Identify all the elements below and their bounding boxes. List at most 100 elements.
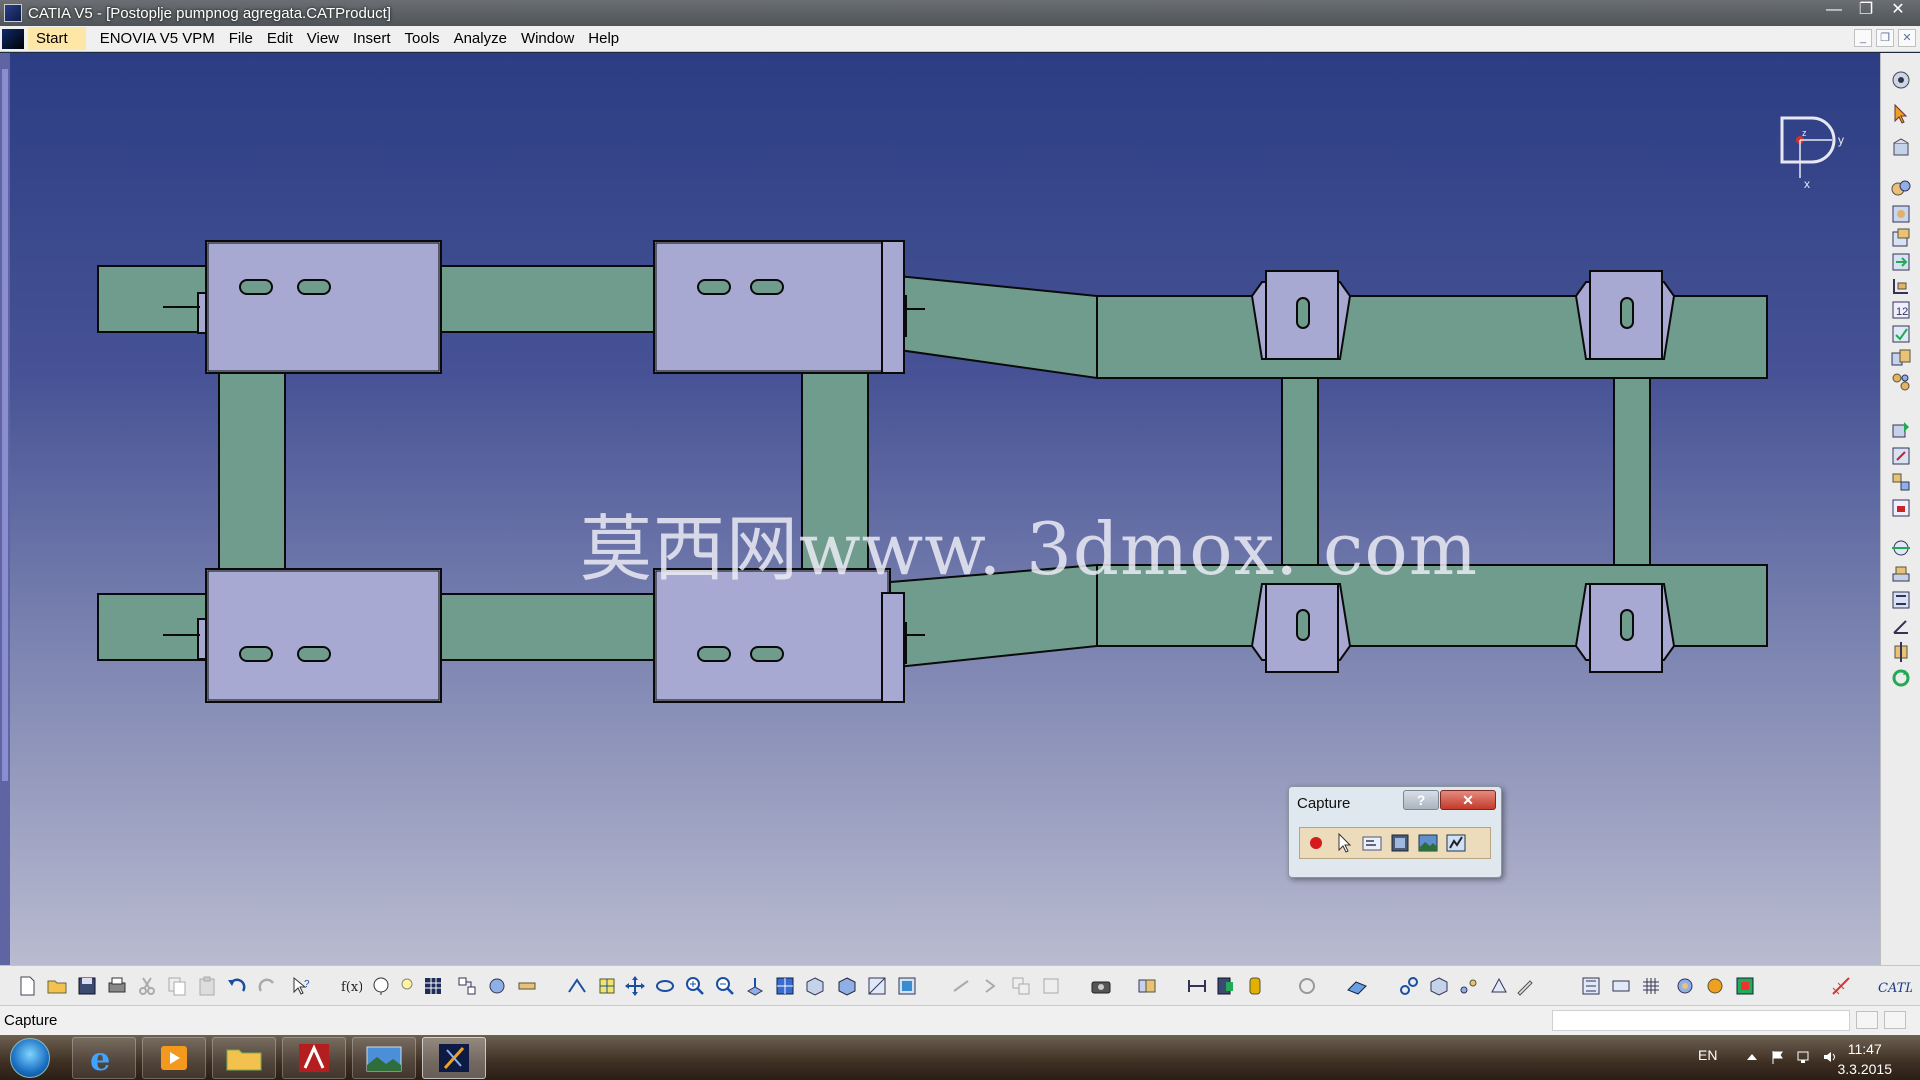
catia-icon[interactable] [422, 1037, 486, 1079]
flexible-subassembly-icon[interactable] [1488, 975, 1510, 997]
constraint-link-icon[interactable] [1398, 975, 1420, 997]
fly-mode-icon[interactable] [566, 975, 588, 997]
select-icon[interactable] [1332, 831, 1356, 855]
redo-icon[interactable] [256, 975, 278, 997]
knowledge-advisor-icon[interactable] [1674, 975, 1696, 997]
doc-restore-button[interactable]: ❐ [1876, 29, 1894, 47]
catia-menu-icon[interactable] [2, 28, 24, 49]
part-body-icon[interactable] [1428, 975, 1450, 997]
whats-this-icon[interactable]: ? [290, 975, 312, 997]
normal-view-icon[interactable] [744, 975, 766, 997]
knowledge-icon[interactable] [370, 975, 392, 997]
fit-all-in-icon[interactable] [596, 975, 618, 997]
compass-icon[interactable]: y x z [1772, 108, 1852, 198]
table-icon[interactable] [422, 975, 444, 997]
new-part-icon[interactable] [1890, 227, 1912, 249]
help-button[interactable]: ? [1403, 790, 1439, 810]
record-icon[interactable] [1304, 831, 1328, 855]
catia-app-icon[interactable] [4, 4, 22, 22]
paste-structure-icon[interactable] [1040, 975, 1062, 997]
zoom-in-icon[interactable] [684, 975, 706, 997]
print-icon[interactable] [106, 975, 128, 997]
capture-options-icon[interactable] [1360, 831, 1384, 855]
generate-numbering-icon[interactable]: 12 [1890, 299, 1912, 321]
offset-constraint-icon[interactable] [1890, 589, 1912, 611]
sketch-plane-icon[interactable] [1346, 975, 1368, 997]
capture-dialog[interactable]: Capture ? ✕ [1288, 786, 1502, 878]
iso-view-icon[interactable] [804, 975, 826, 997]
new-component-icon[interactable] [1890, 203, 1912, 225]
swap-visible-space-icon[interactable] [896, 975, 918, 997]
graph-tree-reorder-icon[interactable] [1890, 275, 1912, 297]
coincidence-constraint-icon[interactable] [1890, 537, 1912, 559]
copy-structure-icon[interactable] [1010, 975, 1032, 997]
sectioning-icon[interactable] [1214, 975, 1236, 997]
image-viewer-icon[interactable] [352, 1037, 416, 1079]
3d-viewport[interactable]: 莫西网www. 3dmox. com y x z Capture ? ✕ [0, 53, 1880, 965]
angle-constraint-icon[interactable] [1890, 615, 1912, 637]
menu-help[interactable]: Help [588, 30, 633, 47]
snap-component-icon[interactable] [1890, 445, 1912, 467]
menu-insert[interactable]: Insert [353, 30, 405, 47]
paste-icon[interactable] [196, 975, 218, 997]
multi-view-icon[interactable] [774, 975, 796, 997]
image-album-icon[interactable] [1416, 831, 1440, 855]
status-maximize-button[interactable] [1884, 1011, 1906, 1029]
analysis-icon[interactable] [486, 975, 508, 997]
product-icon[interactable] [1890, 137, 1912, 159]
capture-camera-icon[interactable] [1090, 975, 1112, 997]
tools-palette-icon[interactable] [1580, 975, 1602, 997]
cut-icon[interactable] [136, 975, 158, 997]
menu-view[interactable]: View [307, 30, 353, 47]
stop-manipulate-on-clash-icon[interactable] [1890, 497, 1912, 519]
measure-icon[interactable] [516, 975, 538, 997]
snap-icon[interactable] [1890, 69, 1912, 91]
fix-component-icon[interactable] [1890, 641, 1912, 663]
select-arrow-icon[interactable] [1890, 103, 1912, 125]
network-icon[interactable] [1796, 1049, 1812, 1065]
new-document-icon[interactable] [16, 975, 38, 997]
capture-settings-icon[interactable] [1444, 831, 1468, 855]
manage-representations-icon[interactable] [1890, 347, 1912, 369]
clash-analysis-icon[interactable] [1136, 975, 1158, 997]
existing-component-icon[interactable] [1890, 177, 1912, 199]
reuse-pattern-icon[interactable] [1458, 975, 1480, 997]
contact-constraint-icon[interactable] [1890, 563, 1912, 585]
publication-icon[interactable] [1734, 975, 1756, 997]
menu-analyze[interactable]: Analyze [454, 30, 521, 47]
internet-explorer-icon[interactable]: e [72, 1037, 136, 1079]
grid-icon[interactable] [1640, 975, 1662, 997]
weld-icon[interactable] [950, 975, 972, 997]
autocad-icon[interactable] [282, 1037, 346, 1079]
close-dialog-button[interactable]: ✕ [1440, 790, 1496, 810]
pan-icon[interactable] [624, 975, 646, 997]
distance-analysis-icon[interactable] [1186, 975, 1208, 997]
compass-tool-icon[interactable] [1610, 975, 1632, 997]
menu-tools[interactable]: Tools [405, 30, 454, 47]
manipulation-icon[interactable] [1890, 419, 1912, 441]
hide-show-icon[interactable] [866, 975, 888, 997]
bom-icon[interactable] [1244, 975, 1266, 997]
show-hidden-icons-icon[interactable] [1744, 1049, 1760, 1065]
update-icon[interactable] [1890, 667, 1912, 689]
close-window-button[interactable]: ✕ [1882, 0, 1914, 22]
catalog-browser-icon[interactable] [456, 975, 478, 997]
open-folder-icon[interactable] [46, 975, 68, 997]
command-input[interactable] [1552, 1010, 1850, 1031]
menu-edit[interactable]: Edit [267, 30, 307, 47]
multi-instantiation-icon[interactable] [1890, 371, 1912, 393]
explode-icon[interactable] [1890, 471, 1912, 493]
copy-icon[interactable] [166, 975, 188, 997]
media-player-icon[interactable] [142, 1037, 206, 1079]
rendering-icon[interactable] [1704, 975, 1726, 997]
save-icon[interactable] [76, 975, 98, 997]
clock[interactable]: 11:47 3.3.2015 [1838, 1039, 1893, 1079]
undo-icon[interactable] [226, 975, 248, 997]
status-restore-button[interactable] [1856, 1011, 1878, 1029]
doc-close-button[interactable]: ✕ [1898, 29, 1916, 47]
capture-mode-icon[interactable] [1388, 831, 1412, 855]
windows-start-button[interactable] [10, 1038, 50, 1078]
menu-window[interactable]: Window [521, 30, 588, 47]
doc-minimize-button[interactable]: _ [1854, 29, 1872, 47]
sync-icon[interactable] [1296, 975, 1318, 997]
